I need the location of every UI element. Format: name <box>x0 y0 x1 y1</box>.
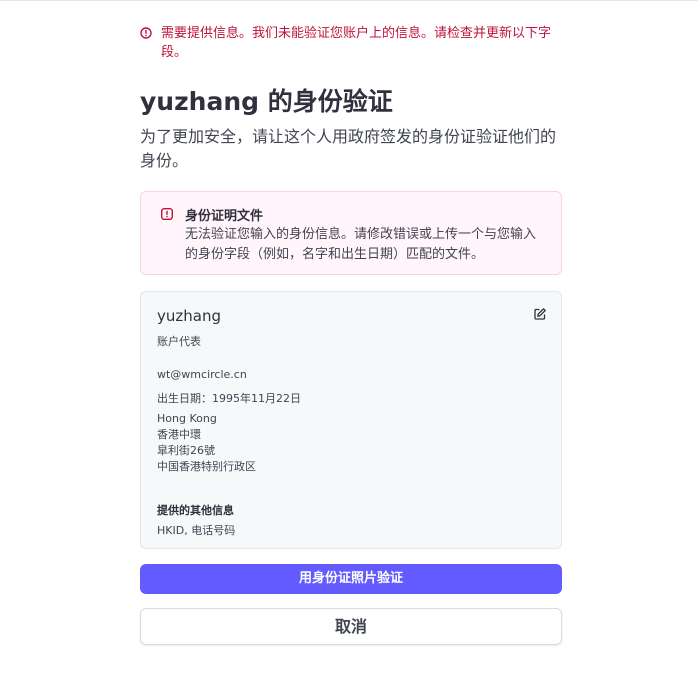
address-line: 中国香港特别行政区 <box>157 460 256 473</box>
id-document-alert: 身份证明文件 无法验证您输入的身份信息。请修改错误或上传一个与您输入的身份字段（… <box>140 191 562 275</box>
error-banner-text: 需要提供信息。我们未能验证您账户上的信息。请检查并更新以下字段。 <box>161 26 552 60</box>
top-divider <box>0 0 698 1</box>
address-line: Hong Kong <box>157 412 217 425</box>
person-name: yuzhang <box>157 307 221 325</box>
address-line: 皐利街26號 <box>157 444 215 457</box>
person-dob: 出生日期：1995年11月22日 <box>157 392 301 405</box>
edit-pencil-icon[interactable] <box>533 307 547 321</box>
page-subtitle: 为了更加安全，请让这个人用政府签发的身份证验证他们的身份。 <box>140 127 557 170</box>
alert-title: 身份证明文件 <box>185 209 264 224</box>
address-line: 香港中環 <box>157 428 201 441</box>
alert-circle-icon <box>140 27 152 39</box>
person-card: yuzhang 账户代表 wt@wmcircle.cn 出生日期：1995年11… <box>140 291 562 549</box>
page-title: yuzhang 的身份验证 <box>140 87 393 116</box>
error-banner: 需要提供信息。我们未能验证您账户上的信息。请检查并更新以下字段。 <box>140 24 562 64</box>
person-address: Hong Kong 香港中環 皐利街26號 中国香港特别行政区 <box>157 411 256 475</box>
person-role: 账户代表 <box>157 335 201 348</box>
other-info-value: HKID, 电话号码 <box>157 524 236 537</box>
verify-with-id-photo-button[interactable]: 用身份证照片验证 <box>140 564 562 594</box>
other-info-heading: 提供的其他信息 <box>157 504 234 517</box>
person-email: wt@wmcircle.cn <box>157 368 247 381</box>
cancel-button[interactable]: 取消 <box>140 608 562 645</box>
alert-square-icon <box>161 208 173 220</box>
alert-body: 无法验证您输入的身份信息。请修改错误或上传一个与您输入的身份字段（例如，名字和出… <box>185 227 537 262</box>
